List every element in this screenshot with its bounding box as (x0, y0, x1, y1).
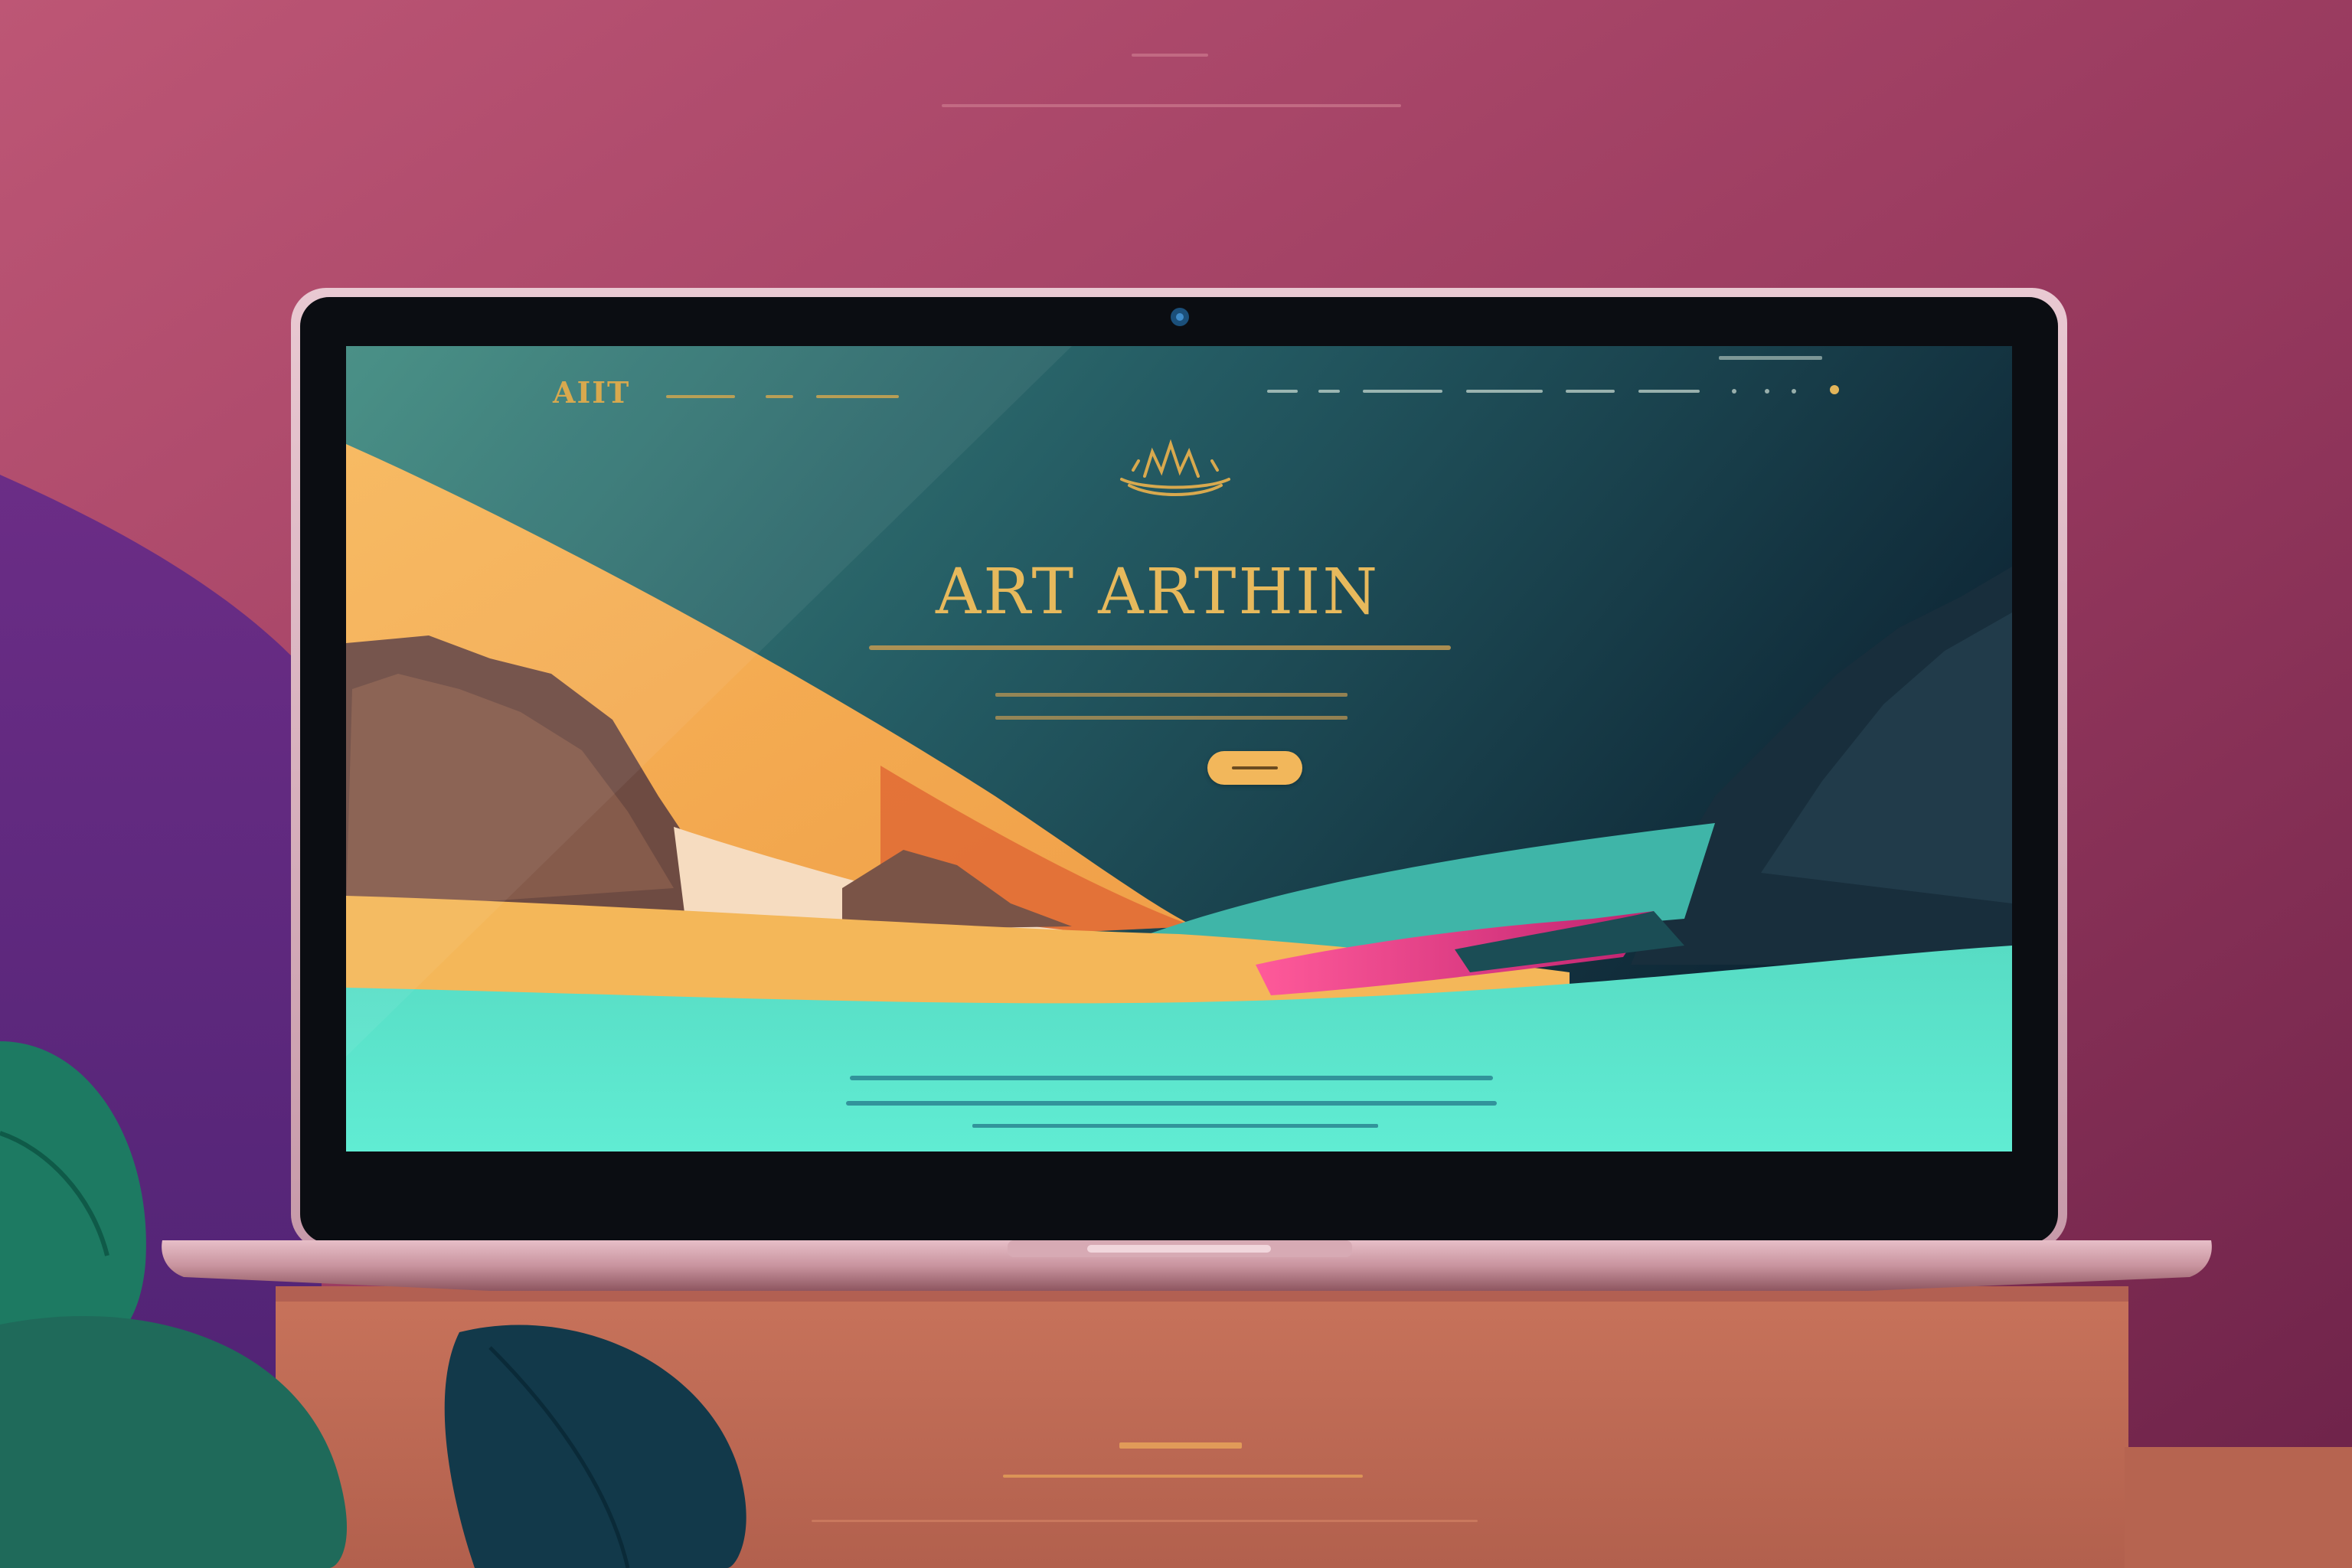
desk-caption (1003, 1475, 1363, 1478)
scene: AIIT ART ARTHIN (0, 0, 2352, 1568)
webcam-icon (1171, 308, 1189, 326)
desk-footer-line (812, 1520, 1478, 1522)
backdrop-illustration (0, 0, 2352, 1568)
site-logo[interactable]: AIIT (553, 375, 630, 410)
hero-title: ART ARTHIN (936, 556, 1380, 629)
hero-cta-button[interactable] (1207, 751, 1302, 785)
desk-heading (1119, 1442, 1242, 1449)
wall-caption-long (942, 104, 1401, 107)
cta-label-line (1232, 766, 1278, 769)
wall-caption-short (1132, 54, 1208, 57)
